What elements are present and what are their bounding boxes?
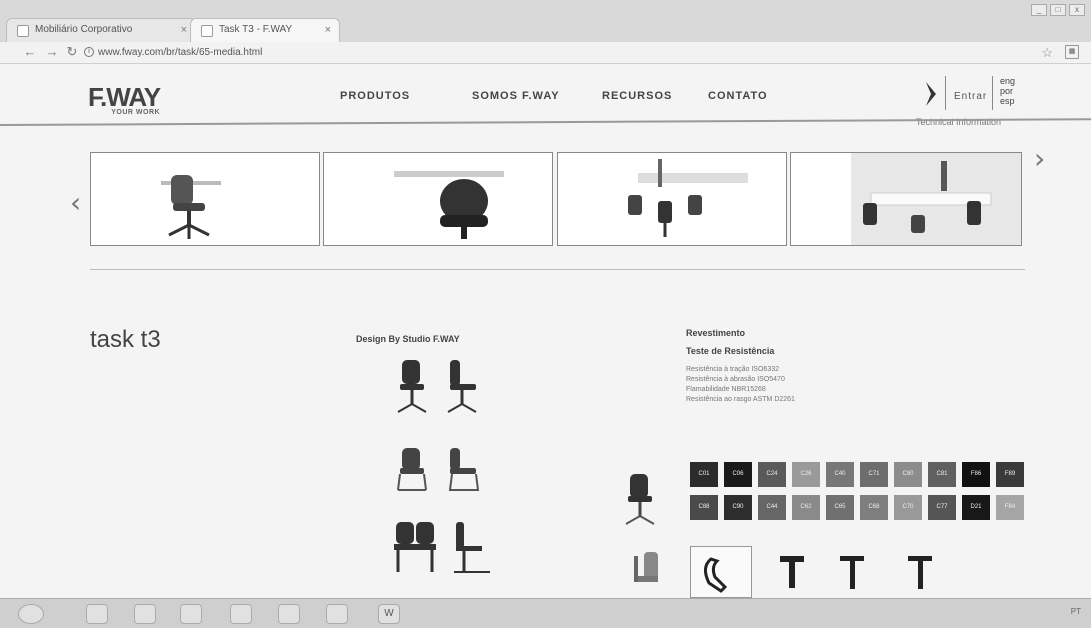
info-icon[interactable]: i [84, 47, 94, 57]
color-swatch[interactable]: C71 [860, 462, 888, 487]
color-swatch[interactable]: C40 [826, 462, 854, 487]
browser-tabbar: Mobiliário Corporativo × Task T3 - F.WAY… [0, 0, 1091, 42]
back-arrow-icon[interactable]: ← [22, 44, 38, 60]
nav-contato[interactable]: CONTATO [708, 90, 768, 102]
chair-image [394, 171, 504, 239]
language-selector: eng por esp [1000, 76, 1015, 106]
chair-base-thumbnail[interactable] [624, 546, 664, 598]
close-icon[interactable]: × [325, 24, 331, 36]
browser-tab[interactable]: Mobiliário Corporativo × [6, 18, 196, 42]
color-swatch[interactable]: C81 [928, 462, 956, 487]
carousel-divider [90, 269, 1025, 270]
color-swatch[interactable]: D21 [962, 495, 990, 520]
os-taskbar: W PT [0, 598, 1091, 628]
lang-esp[interactable]: esp [1000, 96, 1015, 106]
color-swatch[interactable]: C26 [792, 462, 820, 487]
color-swatch[interactable]: C68 [860, 495, 888, 520]
media-player-icon[interactable] [180, 604, 202, 624]
color-swatch[interactable]: C77 [928, 495, 956, 520]
color-swatch[interactable]: F86 [962, 462, 990, 487]
tab-title: Mobiliário Corporativo [35, 24, 133, 35]
spec-item: Resistência à abrasão ISO5470 [686, 376, 785, 383]
browser-icon[interactable] [86, 604, 108, 624]
divider [945, 76, 946, 110]
color-swatch[interactable]: C65 [826, 495, 854, 520]
screen: Mobiliário Corporativo × Task T3 - F.WAY… [0, 0, 1091, 628]
tab-title: Task T3 - F.WAY [219, 24, 293, 35]
designer-label: Design By Studio F.WAY [356, 334, 460, 344]
color-swatch[interactable]: C88 [690, 495, 718, 520]
carousel-prev-arrow[interactable]: ‹ [70, 186, 81, 219]
office-image [851, 153, 1021, 245]
maximize-button[interactable]: □ [1050, 4, 1066, 16]
spec-heading: Teste de Resistência [686, 346, 775, 356]
spec-list: Resistência à tração ISO6332 Resistência… [686, 365, 795, 405]
nav-somos[interactable]: SOMOS F.WAY [472, 90, 560, 102]
spec-item: Flamabilidade NBR15268 [686, 386, 766, 393]
reload-icon[interactable]: ↻ [64, 44, 80, 60]
color-swatch[interactable]: C06 [724, 462, 752, 487]
folder-icon[interactable] [134, 604, 156, 624]
close-window-button[interactable]: x [1069, 4, 1085, 16]
url-text: www.fway.com/br/task/65-media.html [98, 47, 263, 58]
start-button[interactable] [18, 604, 44, 624]
nav-produtos[interactable]: PRODUTOS [340, 90, 410, 102]
mail-app-icon[interactable] [230, 604, 252, 624]
upholstery-preview-image [625, 474, 655, 525]
lang-eng[interactable]: eng [1000, 76, 1015, 86]
spec-item: Resistência à tração ISO6332 [686, 366, 779, 373]
enter-arrow-icon[interactable] [924, 80, 940, 108]
chrome-icon[interactable] [278, 604, 300, 624]
minimize-button[interactable]: _ [1031, 4, 1047, 16]
word-app-icon[interactable]: W [378, 604, 400, 624]
window-controls: _ □ x [1031, 4, 1085, 16]
browser-toolbar: ← → ↻ i www.fway.com/br/task/65-media.ht… [0, 42, 1091, 64]
model-thumbnail[interactable] [392, 516, 492, 576]
carousel-next-arrow[interactable]: › [1034, 142, 1045, 175]
color-swatch[interactable]: C01 [690, 462, 718, 487]
carousel-slide[interactable] [557, 152, 787, 246]
armrest-option[interactable] [772, 546, 812, 598]
armrest-icon [704, 557, 728, 593]
chair-image [161, 175, 221, 239]
color-swatch[interactable]: C44 [758, 495, 786, 520]
forward-arrow-icon[interactable]: → [44, 44, 60, 60]
color-swatch[interactable]: F89 [996, 462, 1024, 487]
browser-tab-active[interactable]: Task T3 - F.WAY × [190, 18, 340, 42]
office-image [628, 159, 748, 237]
color-swatch[interactable]: C70 [894, 495, 922, 520]
paint-app-icon[interactable] [326, 604, 348, 624]
website: F.WAY YOUR WORK PRODUTOS SOMOS F.WAY REC… [0, 64, 1091, 598]
carousel-slide[interactable] [323, 152, 553, 246]
spec-item: Resistência ao rasgo ASTM D2261 [686, 396, 795, 403]
divider [992, 76, 993, 110]
armrest-option-selected[interactable] [690, 546, 752, 598]
color-swatch[interactable]: C90 [724, 495, 752, 520]
page-icon [201, 25, 213, 37]
lang-por[interactable]: por [1000, 86, 1015, 96]
color-swatch[interactable]: C62 [792, 495, 820, 520]
address-bar[interactable]: i www.fway.com/br/task/65-media.html [84, 44, 984, 61]
extension-icon[interactable]: ▦ [1065, 45, 1079, 59]
armrest-option[interactable] [900, 546, 940, 598]
color-swatch[interactable]: C80 [894, 462, 922, 487]
close-icon[interactable]: × [181, 24, 187, 36]
enter-link[interactable]: Entrar [954, 91, 987, 102]
page-icon [17, 25, 29, 37]
color-swatch[interactable]: F84 [996, 495, 1024, 520]
spec-heading: Revestimento [686, 328, 746, 338]
armrest-option[interactable] [832, 546, 872, 598]
carousel-slide[interactable] [90, 152, 320, 246]
system-tray-language[interactable]: PT [1071, 607, 1081, 616]
model-thumbnail[interactable] [392, 356, 492, 418]
bookmark-star-icon[interactable]: ☆ [1041, 45, 1053, 61]
carousel-slide[interactable] [790, 152, 1022, 246]
color-swatch[interactable]: C24 [758, 462, 786, 487]
nav-recursos[interactable]: RECURSOS [602, 90, 672, 102]
product-title: task t3 [90, 326, 161, 353]
model-thumbnail[interactable] [392, 444, 492, 494]
